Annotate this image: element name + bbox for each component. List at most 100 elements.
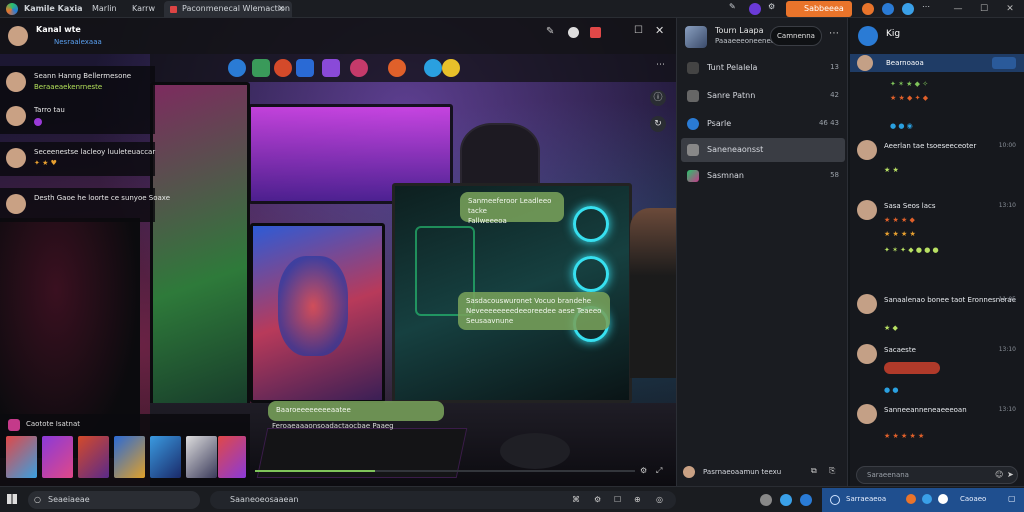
- taskbar-search-label: Seaeiaeae: [48, 495, 90, 504]
- avatar: [857, 404, 877, 424]
- menu-item-1[interactable]: Marlin: [92, 4, 117, 13]
- list-item-label: Sanre Patnn: [707, 91, 756, 100]
- app-name: Kamile Kaxia: [24, 4, 83, 13]
- stream-settings-icon[interactable]: ⚙: [640, 466, 647, 475]
- person-image: [630, 208, 676, 378]
- avatar: [683, 466, 695, 478]
- streamer-sub: Nesraalexaaa: [54, 38, 102, 46]
- minimize-button[interactable]: —: [946, 1, 970, 17]
- tool-emoji-icon[interactable]: [442, 59, 460, 77]
- stream-info-icon[interactable]: ⓘ: [650, 90, 666, 106]
- taskbar-app-icon[interactable]: [780, 494, 792, 506]
- notification-center-icon[interactable]: ▢: [1008, 494, 1016, 503]
- panel-action-button[interactable]: Camnenna: [770, 26, 822, 46]
- profile-icon[interactable]: [862, 3, 874, 15]
- thumbnail[interactable]: [6, 436, 37, 478]
- stream-refresh-icon[interactable]: ↻: [650, 116, 666, 132]
- pin-icon[interactable]: ✎: [729, 2, 736, 11]
- chat-title: Kig: [886, 29, 901, 39]
- overlay-message-name: Tarro tau: [34, 106, 65, 114]
- list-item[interactable]: Sasmnan 58: [681, 164, 845, 188]
- chat-message-time: 13:10: [998, 202, 1016, 209]
- list-item-label: Sasmnan: [707, 171, 744, 180]
- tray-app-icon[interactable]: [906, 494, 916, 504]
- maximize-button[interactable]: ☐: [972, 1, 996, 17]
- emoji-icon[interactable]: ☺: [995, 470, 1003, 479]
- tool-drop-icon[interactable]: [296, 59, 314, 77]
- progress-bar[interactable]: [255, 470, 635, 472]
- tray-label: Sarraeaeoa: [846, 495, 887, 503]
- menu-item-2[interactable]: Karrw: [132, 4, 155, 13]
- share-icon[interactable]: [568, 27, 579, 38]
- taskbar-address[interactable]: Saaneoeosaaean: [210, 491, 676, 509]
- streamer-avatar[interactable]: [8, 26, 28, 46]
- settings-icon[interactable]: ⚙: [768, 2, 775, 11]
- list-item[interactable]: Sanre Patnn 42: [681, 84, 845, 108]
- edit-icon[interactable]: ✎: [546, 26, 554, 37]
- tool-target-icon[interactable]: [350, 59, 368, 77]
- avatar: [6, 148, 26, 168]
- extension-icon[interactable]: [749, 3, 761, 15]
- thumbnail[interactable]: [42, 436, 73, 478]
- taskbar-tool-icon[interactable]: ⌘: [572, 495, 580, 504]
- list-item[interactable]: Tunt Pelalela 13: [681, 56, 845, 80]
- chat-input-placeholder: Saraeenana: [867, 471, 909, 479]
- record-icon[interactable]: [590, 27, 601, 38]
- streamer-name[interactable]: Kanal wte: [36, 25, 81, 34]
- tool-star-icon[interactable]: [322, 59, 340, 77]
- tool-map-icon[interactable]: [252, 59, 270, 77]
- list-item-meta: 58: [830, 171, 839, 179]
- close-stream-icon[interactable]: ✕: [655, 24, 664, 37]
- overlay-message: Seann Hanng Bellermesone Beraaeaekenrnes…: [0, 66, 155, 100]
- system-tray[interactable]: Sarraeaeoa Caoaeo ▢: [822, 488, 1024, 512]
- tray-app-icon[interactable]: [922, 494, 932, 504]
- taskbar-search[interactable]: Seaeiaeae: [28, 491, 200, 509]
- chat-input[interactable]: Saraeenana ☺ ➤: [856, 466, 1018, 484]
- tool-edge-icon[interactable]: [228, 59, 246, 77]
- send-icon[interactable]: ➤: [1007, 470, 1014, 479]
- accent-button[interactable]: Sabbeeea: [786, 1, 852, 17]
- overlay-message: Tarro tau: [0, 100, 155, 134]
- chat-message-tags: ★ ◆: [884, 324, 898, 332]
- toolbar-more-icon[interactable]: ⋯: [656, 60, 665, 70]
- notification-icon[interactable]: [882, 3, 894, 15]
- chat-logo-icon: [858, 26, 878, 46]
- chat-message-time: 11:05: [998, 296, 1016, 303]
- thumbnail[interactable]: [114, 436, 145, 478]
- stream-expand-icon[interactable]: ⤢: [656, 466, 662, 476]
- tab-close-icon[interactable]: ✕: [278, 4, 285, 13]
- taskbar-tool-icon[interactable]: ⊕: [634, 495, 641, 504]
- thumbnail[interactable]: [150, 436, 181, 478]
- app-window: Kamile Kaxia Marlin Karrw Paconmenecal W…: [0, 0, 1024, 512]
- start-icon[interactable]: [7, 494, 17, 504]
- list-item-label: Tunt Pelalela: [707, 63, 758, 72]
- panel-more-icon[interactable]: ⋯: [829, 28, 839, 39]
- taskbar-tool-icon[interactable]: ☐: [614, 495, 621, 504]
- taskbar-tool-icon[interactable]: ⚙: [594, 495, 601, 504]
- close-window-button[interactable]: ✕: [998, 1, 1022, 17]
- thumbnail[interactable]: [78, 436, 109, 478]
- chat-message-name: Sanneeanneneaeeeoan: [884, 406, 967, 414]
- thumbnail[interactable]: [186, 436, 217, 478]
- fullscreen-icon[interactable]: ☐: [634, 25, 643, 36]
- taskbar-shield-icon[interactable]: [760, 494, 772, 506]
- fan-ring-icon: [573, 256, 609, 292]
- more-icon[interactable]: ⋯: [922, 2, 930, 11]
- attach-icon[interactable]: ⎘: [829, 466, 835, 476]
- tool-fire-icon[interactable]: [274, 59, 292, 77]
- thumbnail[interactable]: [218, 436, 246, 478]
- tab-active[interactable]: Paconmenecal Wlemaction ✕: [164, 1, 292, 18]
- tool-globe-icon[interactable]: [424, 59, 442, 77]
- list-item-selected[interactable]: Saneneaonsst: [681, 138, 845, 162]
- mouse-image: [500, 433, 570, 469]
- taskbar-app-icon[interactable]: [800, 494, 812, 506]
- tray-app-icon[interactable]: [938, 494, 948, 504]
- copy-icon[interactable]: ⧉: [811, 466, 817, 476]
- list-item[interactable]: Psarle 46 43: [681, 112, 845, 136]
- tool-orange-icon[interactable]: [388, 59, 406, 77]
- sync-icon[interactable]: [902, 3, 914, 15]
- image-icon: [687, 90, 699, 102]
- chat-top-row[interactable]: Bearnoaoa: [850, 54, 1024, 72]
- overlay-message-name: Desth Gaoe he loorte ce sunyoe Soaxe: [34, 194, 171, 202]
- taskbar-tool-icon[interactable]: ◎: [656, 495, 663, 504]
